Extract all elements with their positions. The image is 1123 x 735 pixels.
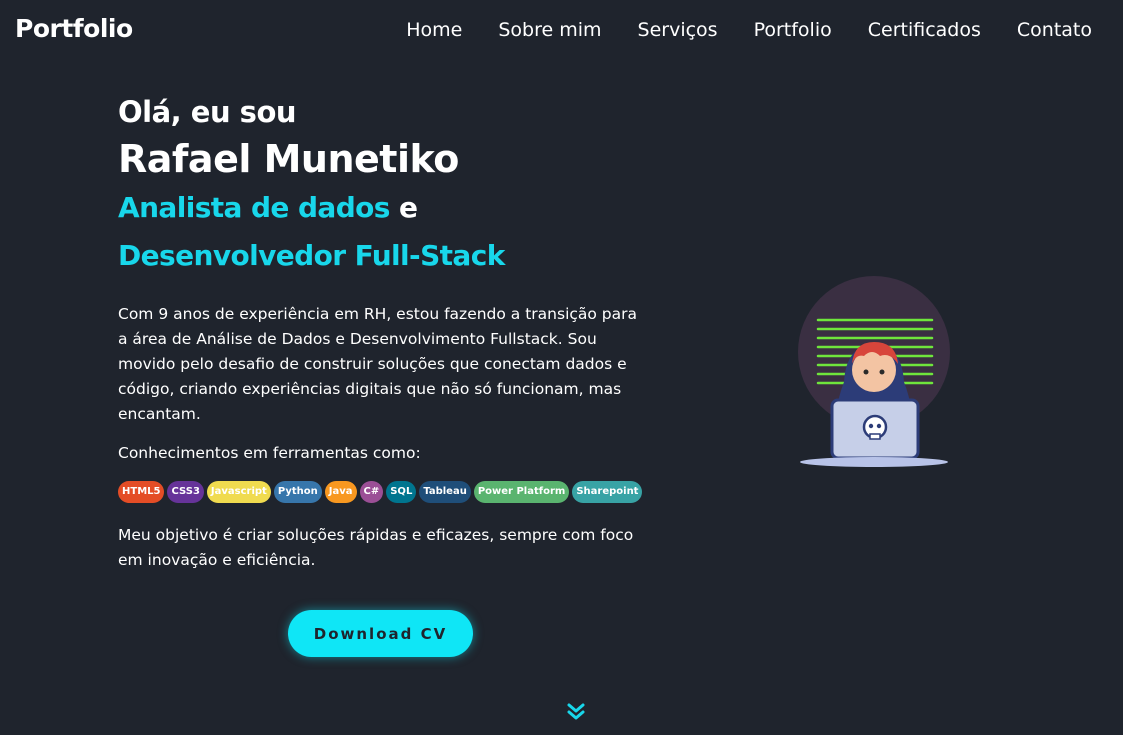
hero-name: Rafael Munetiko bbox=[118, 137, 459, 181]
hero-section: Olá, eu sou Rafael Munetiko Analista de … bbox=[118, 92, 678, 573]
tool-badges: HTML5 CSS3 Javascript Python Java C# SQL… bbox=[118, 481, 678, 503]
role-connector: e bbox=[399, 191, 418, 224]
badge-sharepoint: Sharepoint bbox=[572, 481, 643, 503]
hacker-laptop-illustration bbox=[794, 272, 954, 472]
site-header: Portfolio Home Sobre mim Serviços Portfo… bbox=[0, 0, 1123, 62]
badge-javascript: Javascript bbox=[206, 481, 271, 503]
badge-sql: SQL bbox=[386, 481, 417, 503]
badge-power-platform: Power Platform bbox=[473, 481, 570, 503]
nav-sobre-mim[interactable]: Sobre mim bbox=[498, 19, 601, 41]
nav-certificados[interactable]: Certificados bbox=[868, 19, 981, 41]
nav-contato[interactable]: Contato bbox=[1017, 19, 1092, 41]
badge-css3: CSS3 bbox=[167, 481, 204, 503]
badge-tableau: Tableau bbox=[419, 481, 471, 503]
badge-csharp: C# bbox=[359, 481, 384, 503]
tools-title: Conhecimentos em ferramentas como: bbox=[118, 444, 421, 462]
main-nav: Home Sobre mim Serviços Portfolio Certif… bbox=[370, 19, 1092, 41]
badge-python: Python bbox=[273, 481, 322, 503]
greeting: Olá, eu sou bbox=[118, 95, 297, 129]
nav-home[interactable]: Home bbox=[406, 19, 462, 41]
chevron-double-down-icon[interactable] bbox=[566, 702, 586, 722]
download-cv-button[interactable]: Download CV bbox=[288, 610, 473, 657]
goal-text: Meu objetivo é criar soluções rápidas e … bbox=[118, 526, 634, 569]
role-line-1: Analista de dados e bbox=[118, 184, 678, 232]
role-developer: Desenvolvedor Full-Stack bbox=[118, 239, 505, 272]
badge-java: Java bbox=[324, 481, 357, 503]
role-analyst: Analista de dados bbox=[118, 191, 390, 224]
badge-html5: HTML5 bbox=[118, 481, 165, 503]
intro-text: Com 9 anos de experiência em RH, estou f… bbox=[118, 305, 638, 423]
logo[interactable]: Portfolio bbox=[15, 14, 133, 43]
nav-portfolio[interactable]: Portfolio bbox=[754, 19, 832, 41]
nav-servicos[interactable]: Serviços bbox=[638, 19, 718, 41]
